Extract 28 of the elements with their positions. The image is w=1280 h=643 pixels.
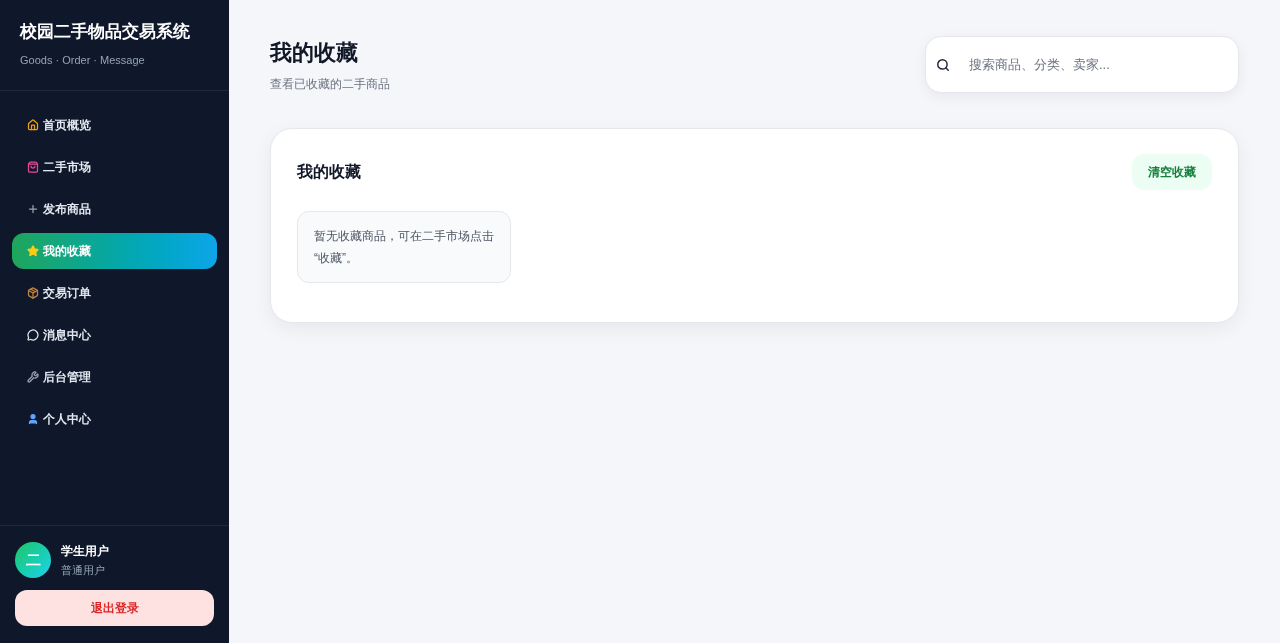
empty-state-message: 暂无收藏商品，可在二手市场点击“收藏”。 (297, 211, 511, 283)
star-icon (27, 245, 39, 257)
plus-icon (27, 203, 39, 215)
speech-bubble-icon (27, 329, 39, 341)
sidebar-nav-item[interactable]: 交易订单 (12, 275, 217, 311)
search-field[interactable]: 搜索商品、分类、卖家... (925, 36, 1239, 93)
wrench-icon (27, 371, 39, 383)
page-subtitle: 查看已收藏的二手商品 (270, 76, 390, 92)
user-role: 普通用户 (61, 562, 106, 578)
logout-button[interactable]: 退出登录 (15, 590, 214, 626)
user-name: 学生用户 (61, 542, 109, 559)
sidebar-nav-item[interactable]: 后台管理 (12, 359, 217, 395)
sidebar-nav-item[interactable]: 个人中心 (12, 401, 217, 437)
package-icon (27, 287, 39, 299)
page-title: 我的收藏 (270, 39, 359, 67)
app-subtitle: Goods · Order · Message (20, 53, 146, 68)
sidebar-nav-item[interactable]: 消息中心 (12, 317, 217, 353)
sidebar-nav-item[interactable]: 发布商品 (12, 191, 217, 227)
card-title: 我的收藏 (297, 162, 361, 182)
search-icon (936, 58, 950, 72)
clear-favorites-button[interactable]: 清空收藏 (1132, 154, 1212, 190)
user-avatar: 二 (15, 542, 51, 578)
user-icon (27, 413, 39, 425)
app-title: 校园二手物品交易系统 (20, 21, 191, 43)
sidebar-nav-item[interactable]: 二手市场 (12, 149, 217, 185)
shopping-bag-icon (27, 161, 39, 173)
house-icon (27, 119, 39, 131)
sidebar-nav-item[interactable]: 首页概览 (12, 107, 217, 143)
